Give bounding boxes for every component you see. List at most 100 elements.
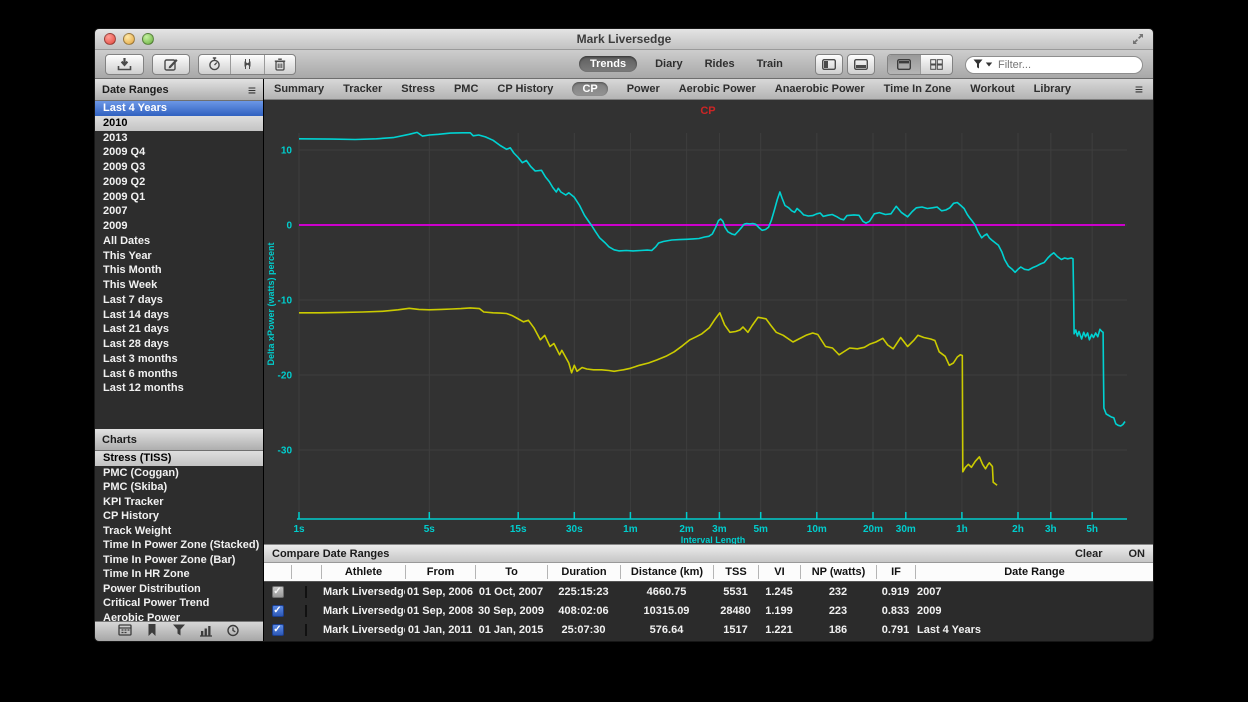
split-compare-icon: [240, 58, 255, 70]
column-header-date-range[interactable]: Date Range: [915, 565, 1153, 579]
chart-preset-item[interactable]: KPI Tracker: [95, 495, 263, 510]
clock-button[interactable]: [226, 623, 240, 642]
compare-clear-button[interactable]: Clear: [1075, 548, 1103, 560]
date-range-item[interactable]: Last 14 days: [95, 308, 263, 323]
cp-chart[interactable]: 1s5s15s30s1m2m3m5m10m20m30m1h2h3h5h100-1…: [264, 100, 1153, 544]
chevron-down-icon[interactable]: [985, 59, 993, 69]
chart-preset-item[interactable]: CP History: [95, 509, 263, 524]
tabbar-menu-icon[interactable]: ≡: [1135, 84, 1143, 94]
cell-distance: 10315.09: [620, 605, 713, 617]
column-header-if[interactable]: IF: [876, 565, 915, 579]
date-range-item[interactable]: 2009 Q4: [95, 145, 263, 160]
tab-tracker[interactable]: Tracker: [343, 83, 382, 95]
tab-pmc[interactable]: PMC: [454, 83, 478, 95]
column-header-tss[interactable]: TSS: [713, 565, 758, 579]
row-checkbox[interactable]: ✓: [272, 586, 284, 598]
zoom-button[interactable]: [142, 33, 154, 45]
table-row[interactable]: ✓Mark Liversedge01 Jan, 201101 Jan, 2015…: [264, 620, 1153, 639]
view-tab-rides[interactable]: Rides: [701, 56, 739, 72]
column-header-to[interactable]: To: [475, 565, 547, 579]
tiled-view-button[interactable]: [920, 55, 952, 74]
stopwatch-button[interactable]: [199, 55, 230, 74]
date-range-item[interactable]: This Year: [95, 249, 263, 264]
tab-aerobic-power[interactable]: Aerobic Power: [679, 83, 756, 95]
cell-vi: 1.245: [758, 586, 800, 598]
series-color-swatch: [305, 586, 307, 598]
date-range-item[interactable]: Last 12 months: [95, 381, 263, 396]
chart-preset-item[interactable]: Track Weight: [95, 524, 263, 539]
date-range-item[interactable]: 2009 Q2: [95, 175, 263, 190]
view-tab-diary[interactable]: Diary: [651, 56, 687, 72]
compare-on-button[interactable]: ON: [1129, 548, 1146, 560]
tab-stress[interactable]: Stress: [401, 83, 435, 95]
view-tab-train[interactable]: Train: [753, 56, 787, 72]
date-range-item[interactable]: Last 7 days: [95, 293, 263, 308]
table-row[interactable]: ✓Mark Liversedge01 Sep, 200830 Sep, 2009…: [264, 601, 1153, 620]
date-range-item[interactable]: All Dates: [95, 234, 263, 249]
lowbar-toggle-button[interactable]: [847, 54, 875, 75]
column-header-duration[interactable]: Duration: [547, 565, 620, 579]
column-header-np-watts-[interactable]: NP (watts): [800, 565, 876, 579]
series-2009: [299, 132, 1125, 426]
minimize-button[interactable]: [123, 33, 135, 45]
svg-text:-30: -30: [278, 446, 293, 457]
tab-summary[interactable]: Summary: [274, 83, 324, 95]
chart-preset-item[interactable]: Time In HR Zone: [95, 567, 263, 582]
filter-funnel-button[interactable]: [172, 623, 186, 642]
split-compare-button[interactable]: [230, 55, 264, 74]
title-bar[interactable]: Mark Liversedge: [95, 29, 1153, 50]
date-range-item[interactable]: Last 28 days: [95, 337, 263, 352]
chart-preset-item[interactable]: Stress (TISS): [95, 451, 263, 466]
date-range-item[interactable]: 2009 Q3: [95, 160, 263, 175]
date-range-item[interactable]: Last 21 days: [95, 322, 263, 337]
table-row[interactable]: ✓Mark Liversedge01 Sep, 200601 Oct, 2007…: [264, 582, 1153, 601]
calendar-button[interactable]: [118, 623, 132, 642]
tab-cp-history[interactable]: CP History: [497, 83, 553, 95]
chart-preset-item[interactable]: Power Distribution: [95, 582, 263, 597]
close-button[interactable]: [104, 33, 116, 45]
column-header-blank[interactable]: [291, 565, 321, 579]
sidebar-toggle-button[interactable]: [815, 54, 843, 75]
tab-workout[interactable]: Workout: [970, 83, 1014, 95]
compose-button[interactable]: [152, 54, 190, 75]
chart-preset-item[interactable]: Aerobic Power: [95, 611, 263, 621]
bar-chart-button[interactable]: [199, 623, 213, 642]
date-range-item[interactable]: 2009: [95, 219, 263, 234]
row-checkbox[interactable]: ✓: [272, 605, 284, 617]
column-header-from[interactable]: From: [405, 565, 475, 579]
date-range-item[interactable]: Last 4 Years: [95, 101, 263, 116]
chart-preset-item[interactable]: Time In Power Zone (Stacked): [95, 538, 263, 553]
column-header-vi[interactable]: VI: [758, 565, 800, 579]
date-ranges-menu-icon[interactable]: ≡: [248, 85, 256, 95]
date-range-item[interactable]: 2010: [95, 116, 263, 131]
download-button[interactable]: [105, 54, 144, 75]
row-checkbox[interactable]: ✓: [272, 624, 284, 636]
column-header-distance-km-[interactable]: Distance (km): [620, 565, 713, 579]
date-range-item[interactable]: Last 3 months: [95, 352, 263, 367]
date-range-item[interactable]: 2007: [95, 204, 263, 219]
compose-icon: [164, 58, 178, 71]
date-range-item[interactable]: Last 6 months: [95, 367, 263, 382]
trash-button[interactable]: [264, 55, 295, 74]
bookmark-button[interactable]: [145, 623, 159, 642]
chart-preset-item[interactable]: Time In Power Zone (Bar): [95, 553, 263, 568]
compare-table-header: AthleteFromToDurationDistance (km)TSSVIN…: [264, 563, 1153, 582]
chart-preset-item[interactable]: PMC (Skiba): [95, 480, 263, 495]
tab-power[interactable]: Power: [627, 83, 660, 95]
tab-library[interactable]: Library: [1034, 83, 1071, 95]
column-header-blank[interactable]: [264, 565, 291, 579]
date-range-item[interactable]: 2009 Q1: [95, 190, 263, 205]
date-range-item[interactable]: This Month: [95, 263, 263, 278]
tab-anaerobic-power[interactable]: Anaerobic Power: [775, 83, 865, 95]
tab-cp[interactable]: CP: [572, 82, 607, 96]
tabbed-view-button[interactable]: [888, 55, 920, 74]
tab-time-in-zone[interactable]: Time In Zone: [884, 83, 952, 95]
date-range-item[interactable]: 2013: [95, 131, 263, 146]
view-tab-trends[interactable]: Trends: [579, 56, 637, 72]
date-range-item[interactable]: This Week: [95, 278, 263, 293]
chart-preset-item[interactable]: PMC (Coggan): [95, 466, 263, 481]
svg-text:2h: 2h: [1012, 524, 1024, 535]
column-header-athlete[interactable]: Athlete: [321, 565, 405, 579]
chart-preset-item[interactable]: Critical Power Trend: [95, 596, 263, 611]
fullscreen-icon[interactable]: [1131, 32, 1145, 46]
